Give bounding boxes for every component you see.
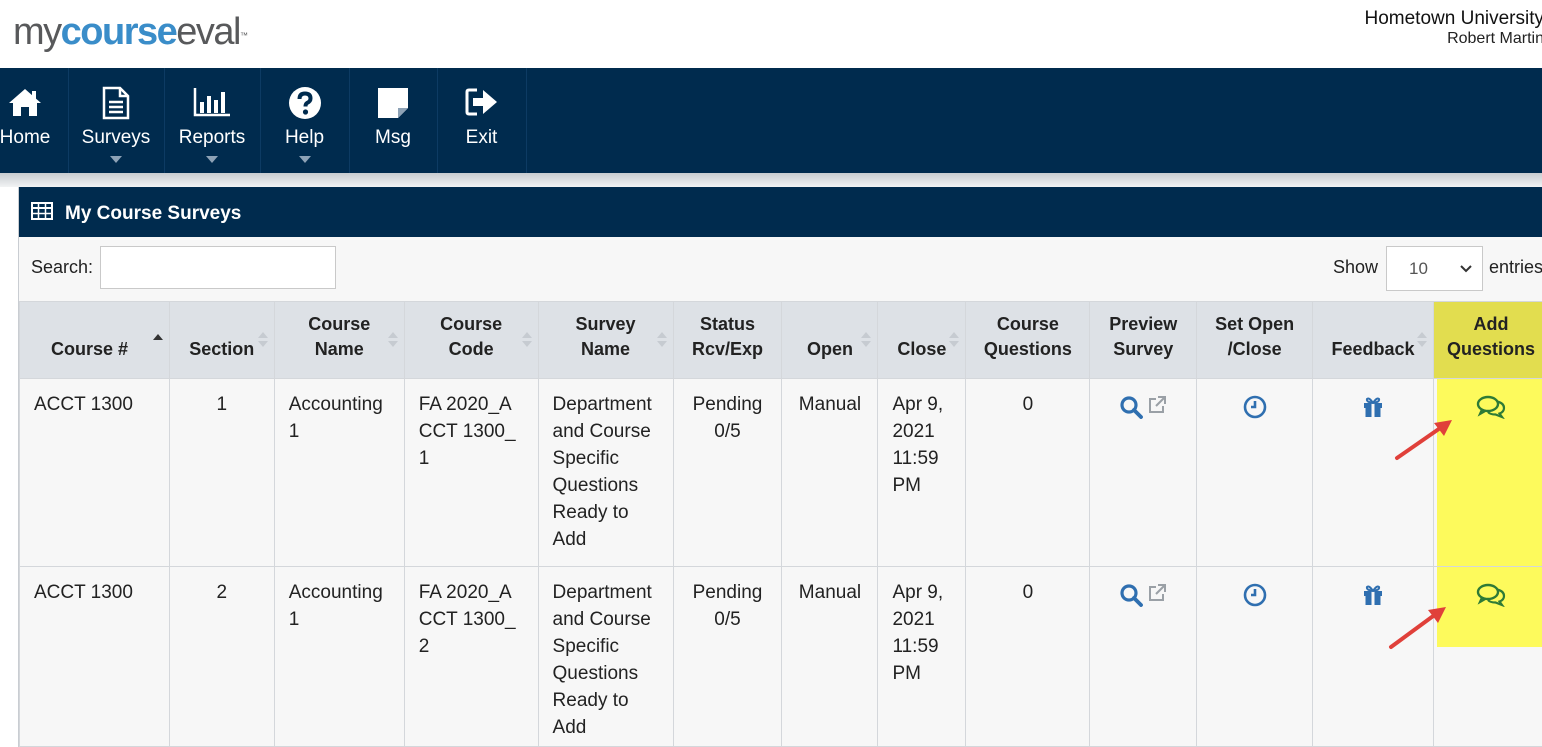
cell-close: Apr 9, 2021 11:59 PM xyxy=(878,379,966,567)
entries-select[interactable]: 10 xyxy=(1386,246,1483,291)
cell-survey-name: Department and Course Specific Questions… xyxy=(538,567,673,747)
note-icon xyxy=(376,86,410,120)
nav-reports[interactable]: Reports xyxy=(164,68,261,173)
column-course-code[interactable]: CourseCode xyxy=(404,302,538,379)
course-surveys-panel: My Course Surveys Search: Show 10 entrie… xyxy=(18,187,1542,747)
cell-course-questions: 0 xyxy=(966,567,1090,747)
mycourseval-logo[interactable]: mycourseeval™ xyxy=(13,10,248,54)
cell-feedback xyxy=(1313,379,1434,567)
table-icon xyxy=(31,202,53,220)
cell-close: Apr 9, 2021 11:59 PM xyxy=(878,567,966,747)
top-bar: mycourseeval™ Hometown University Robert… xyxy=(0,0,1542,68)
bar-chart-icon xyxy=(192,86,232,118)
cell-course-name: Accounting 1 xyxy=(274,379,404,567)
column-course-questions[interactable]: CourseQuestions xyxy=(966,302,1090,379)
external-link-icon[interactable] xyxy=(1147,395,1167,415)
column-course-number[interactable]: Course # xyxy=(20,302,170,379)
user-name: Robert Martin xyxy=(1344,30,1542,48)
sort-asc-icon xyxy=(152,332,164,348)
external-link-icon[interactable] xyxy=(1147,583,1167,603)
panel-header: My Course Surveys xyxy=(19,187,1542,237)
cell-section: 2 xyxy=(169,567,274,747)
column-status[interactable]: StatusRcv/Exp xyxy=(673,302,782,379)
sort-icon xyxy=(948,332,960,348)
chevron-down-icon xyxy=(1458,260,1474,276)
column-feedback: Feedback xyxy=(1313,302,1434,379)
nav-help[interactable]: Help xyxy=(260,68,350,173)
sort-icon xyxy=(656,332,668,348)
clock-icon[interactable] xyxy=(1243,583,1267,607)
chevron-down-icon xyxy=(110,156,122,163)
comments-icon[interactable] xyxy=(1476,583,1506,607)
chevron-down-icon xyxy=(299,156,311,163)
cell-course-questions: 0 xyxy=(966,379,1090,567)
search-icon[interactable] xyxy=(1119,583,1143,607)
nav-shadow xyxy=(0,173,1542,187)
cell-set-open-close xyxy=(1197,379,1313,567)
cell-add-questions xyxy=(1433,379,1542,567)
column-section[interactable]: Section xyxy=(169,302,274,379)
nav-home[interactable]: Home xyxy=(0,68,69,173)
sort-icon xyxy=(1416,332,1428,348)
exit-icon xyxy=(464,86,500,118)
show-label: Show xyxy=(1333,257,1378,278)
cell-status: Pending 0/5 xyxy=(673,567,782,747)
help-icon xyxy=(288,86,322,120)
table-row: ACCT 1300 1 Accounting 1 FA 2020_ACCT 13… xyxy=(20,379,1542,567)
cell-add-questions xyxy=(1433,567,1542,747)
panel-title: My Course Surveys xyxy=(65,203,241,225)
cell-status: Pending 0/5 xyxy=(673,379,782,567)
course-surveys-table: Course # Section CourseName CourseCode S… xyxy=(19,301,1542,747)
cell-preview-survey xyxy=(1090,567,1197,747)
main-nav: Home Surveys Reports Help Msg Exit xyxy=(0,68,1542,173)
cell-set-open-close xyxy=(1197,567,1313,747)
column-open[interactable]: Open xyxy=(782,302,878,379)
annotation-arrow-icon xyxy=(1384,601,1454,651)
cell-course-number: ACCT 1300 xyxy=(20,567,170,747)
cell-survey-name: Department and Course Specific Questions… xyxy=(538,379,673,567)
cell-open: Manual xyxy=(782,379,878,567)
search-input[interactable] xyxy=(100,246,336,289)
clock-icon[interactable] xyxy=(1243,395,1267,419)
column-preview-survey: PreviewSurvey xyxy=(1090,302,1197,379)
column-set-open-close: Set Open/Close xyxy=(1197,302,1313,379)
column-course-name[interactable]: CourseName xyxy=(274,302,404,379)
cell-course-name: Accounting 1 xyxy=(274,567,404,747)
institution-info: Hometown University Robert Martin xyxy=(1344,8,1542,48)
gift-icon[interactable] xyxy=(1361,583,1385,607)
nav-msg[interactable]: Msg xyxy=(349,68,438,173)
column-close[interactable]: Close xyxy=(878,302,966,379)
cell-feedback xyxy=(1313,567,1434,747)
search-icon[interactable] xyxy=(1119,395,1143,419)
cell-course-code: FA 2020_ACCT 1300_2 xyxy=(404,567,538,747)
comments-icon[interactable] xyxy=(1476,395,1506,419)
gift-icon[interactable] xyxy=(1361,395,1385,419)
cell-open: Manual xyxy=(782,567,878,747)
column-survey-name[interactable]: SurveyName xyxy=(538,302,673,379)
column-add-questions: AddQuestions xyxy=(1433,302,1542,379)
cell-preview-survey xyxy=(1090,379,1197,567)
chevron-down-icon xyxy=(206,156,218,163)
cell-course-code: FA 2020_ACCT 1300_1 xyxy=(404,379,538,567)
document-icon xyxy=(101,86,131,120)
search-label: Search: xyxy=(31,257,93,278)
annotation-arrow-icon xyxy=(1390,414,1460,464)
table-row: ACCT 1300 2 Accounting 1 FA 2020_ACCT 13… xyxy=(20,567,1542,747)
sort-icon xyxy=(387,332,399,348)
cell-section: 1 xyxy=(169,379,274,567)
sort-icon xyxy=(257,332,269,348)
sort-icon xyxy=(521,332,533,348)
home-icon xyxy=(7,86,43,118)
entries-value: 10 xyxy=(1409,259,1428,279)
table-header-row: Course # Section CourseName CourseCode S… xyxy=(20,302,1542,379)
cell-course-number: ACCT 1300 xyxy=(20,379,170,567)
nav-exit[interactable]: Exit xyxy=(437,68,527,173)
sort-icon xyxy=(860,332,872,348)
entries-label: entries xyxy=(1489,257,1542,278)
institution-name: Hometown University xyxy=(1344,8,1542,30)
nav-surveys[interactable]: Surveys xyxy=(68,68,165,173)
